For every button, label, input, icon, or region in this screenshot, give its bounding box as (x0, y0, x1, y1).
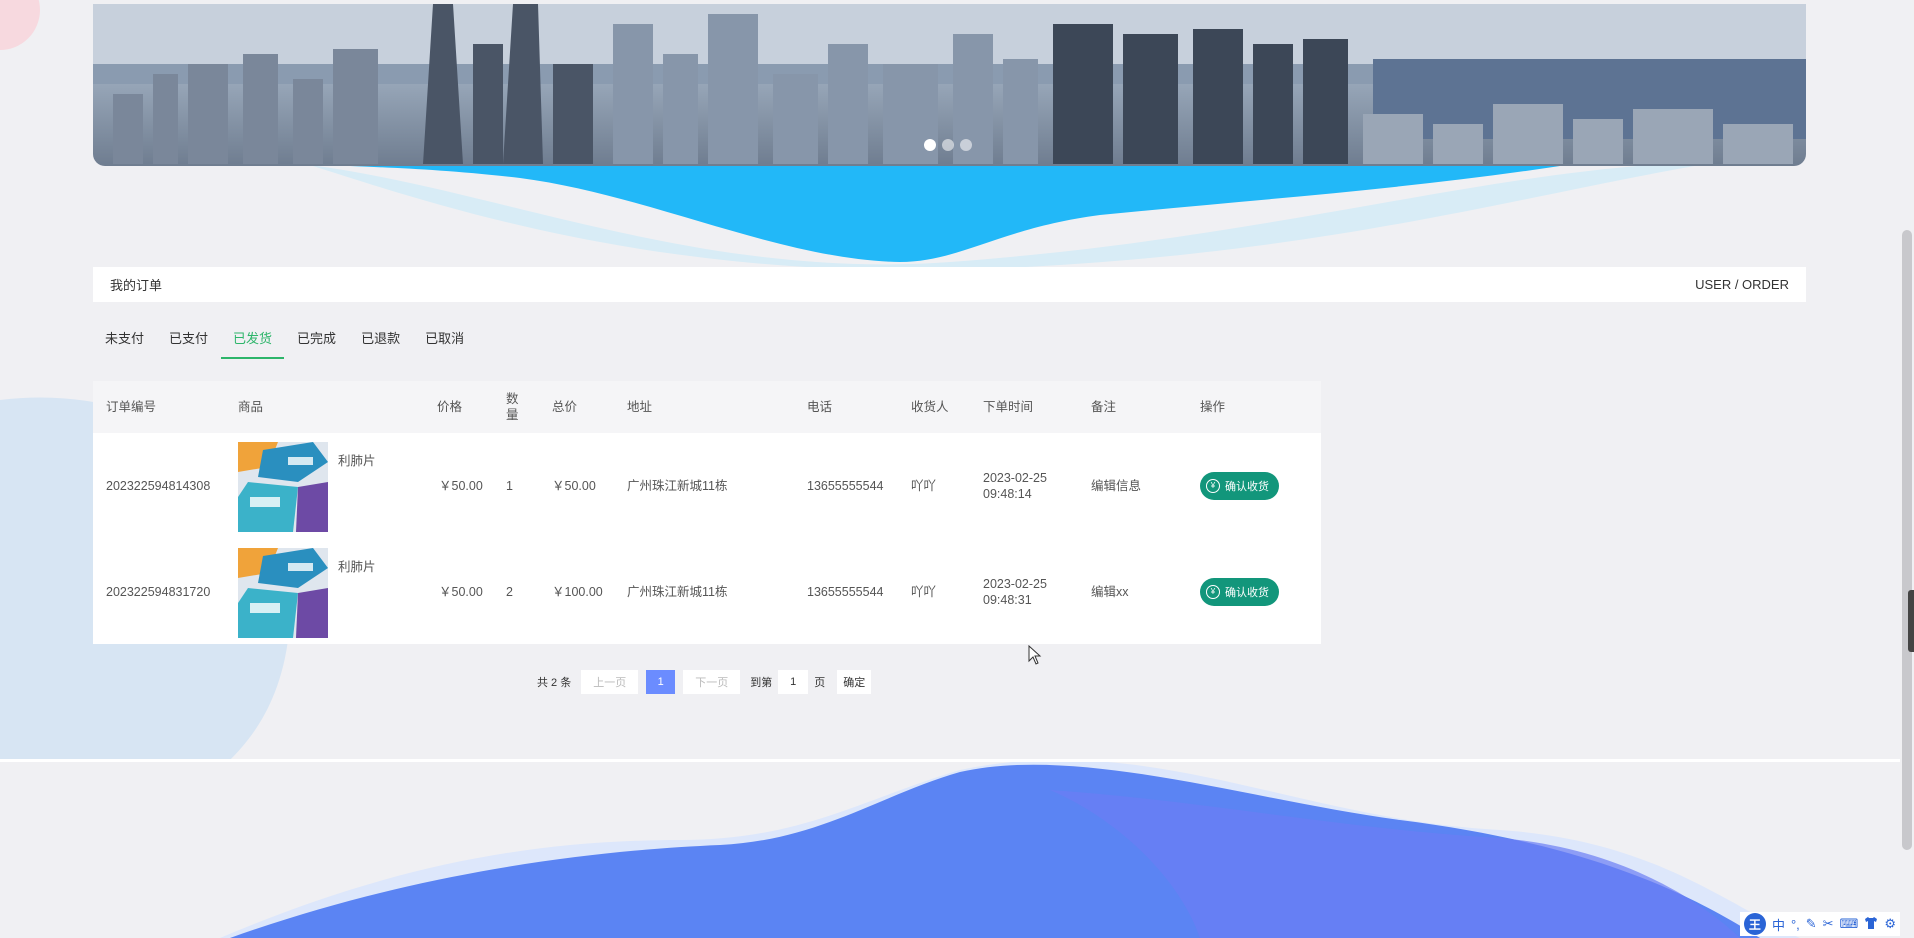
carousel-dot-1[interactable] (924, 139, 936, 151)
col-time: 下单时间 (983, 400, 1034, 414)
action-cell: ¥ 确认收货 (1200, 539, 1279, 645)
page-unit-label: 页 (814, 677, 826, 689)
section-title: 我的订单 (110, 278, 163, 293)
quantity: 1 (506, 479, 513, 493)
order-clock: 09:48:31 (983, 593, 1032, 607)
col-price: 价格 (437, 400, 463, 414)
phone: 13655555544 (807, 585, 884, 599)
price: ￥50.00 (439, 479, 483, 493)
order-section-header: 我的订单 USER / ORDER (93, 267, 1806, 302)
order-table: 订单编号 商品 价格 数 量 总价 地址 电话 收货人 下单时间 备注 操作 2… (93, 381, 1321, 644)
mouse-cursor-icon (1028, 645, 1042, 665)
prev-page-button[interactable]: 上一页 (581, 670, 639, 694)
tab-unpaid[interactable]: 未支付 (93, 323, 156, 359)
table-row: 202322594814308 利肺片 ￥50.00 1 ￥50.00 广州珠江… (93, 433, 1321, 539)
col-total: 总价 (552, 400, 578, 414)
order-time: 2023-02-25 09:48:31 (983, 539, 1047, 645)
table-header: 订单编号 商品 价格 数 量 总价 地址 电话 收货人 下单时间 备注 操作 (93, 381, 1321, 433)
price: ￥50.00 (439, 585, 483, 599)
total-price: ￥100.00 (552, 585, 603, 599)
phone: 13655555544 (807, 479, 884, 493)
current-page[interactable]: 1 (646, 670, 676, 694)
tab-completed[interactable]: 已完成 (285, 323, 348, 359)
confirm-receipt-button[interactable]: ¥ 确认收货 (1200, 472, 1279, 500)
footer-divider (0, 759, 1900, 762)
scrollbar-thumb[interactable] (1902, 230, 1912, 850)
product-thumbnail[interactable] (238, 442, 328, 532)
total-count: 共 2 条 (537, 677, 572, 689)
breadcrumb: USER / ORDER (1695, 277, 1789, 292)
col-qty: 数 量 (506, 381, 519, 433)
product-thumbnail[interactable] (238, 548, 328, 638)
carousel-dot-2[interactable] (942, 139, 954, 151)
carousel-dot-3[interactable] (960, 139, 972, 151)
ime-toolbar: 王 中 °, ✎ ✂ ⌨ ⚙ (1739, 912, 1900, 936)
col-order-no: 订单编号 (106, 400, 157, 414)
shirt-icon[interactable] (1864, 916, 1878, 933)
confirm-receipt-button[interactable]: ¥ 确认收货 (1200, 578, 1279, 606)
tab-refunded[interactable]: 已退款 (349, 323, 412, 359)
pagination: 共 2 条 上一页 1 下一页 到第 页 确定 (537, 670, 872, 694)
gear-icon[interactable]: ⚙ (1884, 916, 1896, 932)
confirm-receipt-label: 确认收货 (1225, 587, 1269, 599)
order-date: 2023-02-25 (983, 471, 1047, 485)
product-name[interactable]: 利肺片 (338, 556, 376, 575)
order-number: 202322594831720 (106, 585, 211, 599)
col-receiver: 收货人 (911, 400, 949, 414)
address: 广州珠江新城11栋 (627, 585, 728, 599)
order-time: 2023-02-25 09:48:14 (983, 433, 1047, 539)
city-banner (93, 4, 1806, 166)
side-handle[interactable] (1908, 590, 1914, 652)
order-number: 202322594814308 (106, 479, 211, 493)
confirm-receipt-label: 确认收货 (1225, 481, 1269, 493)
note: 编辑xx (1091, 585, 1129, 599)
ime-logo[interactable]: 王 (1743, 913, 1766, 935)
col-address: 地址 (627, 400, 653, 414)
address: 广州珠江新城11栋 (627, 479, 728, 493)
tab-paid[interactable]: 已支付 (157, 323, 220, 359)
product-name[interactable]: 利肺片 (338, 450, 376, 469)
order-date: 2023-02-25 (983, 577, 1047, 591)
goto-confirm-button[interactable]: 确定 (837, 670, 872, 694)
action-cell: ¥ 确认收货 (1200, 433, 1279, 539)
keyboard-icon[interactable]: ⌨ (1840, 916, 1859, 932)
ime-mode-toggle[interactable]: 中 (1772, 915, 1785, 934)
note: 编辑信息 (1091, 479, 1142, 493)
ime-punct-toggle[interactable]: °, (1791, 917, 1800, 932)
yen-circle-icon: ¥ (1206, 585, 1220, 599)
tab-cancelled[interactable]: 已取消 (413, 323, 476, 359)
page-scrollbar[interactable] (1900, 0, 1914, 938)
goto-label: 到第 (750, 677, 773, 689)
yen-circle-icon: ¥ (1206, 479, 1220, 493)
tab-shipped[interactable]: 已发货 (221, 323, 285, 359)
quantity: 2 (506, 585, 513, 599)
order-clock: 09:48:14 (983, 487, 1032, 501)
col-product: 商品 (238, 400, 264, 414)
pen-icon[interactable]: ✎ (1806, 916, 1817, 932)
next-page-button[interactable]: 下一页 (683, 670, 741, 694)
order-status-tabs: 未支付 已支付 已发货 已完成 已退款 已取消 (93, 323, 477, 359)
total-price: ￥50.00 (552, 479, 596, 493)
col-note: 备注 (1091, 400, 1117, 414)
col-qty-line2: 量 (506, 408, 519, 422)
receiver: 吖吖 (911, 585, 937, 599)
col-action: 操作 (1200, 400, 1226, 414)
table-row: 202322594831720 利肺片 ￥50.00 2 ￥100.00 广州珠… (93, 539, 1321, 645)
col-qty-line1: 数 (506, 392, 519, 406)
receiver: 吖吖 (911, 479, 937, 493)
col-phone: 电话 (807, 400, 833, 414)
scissors-icon[interactable]: ✂ (1823, 916, 1834, 932)
goto-page-input[interactable] (778, 670, 809, 694)
